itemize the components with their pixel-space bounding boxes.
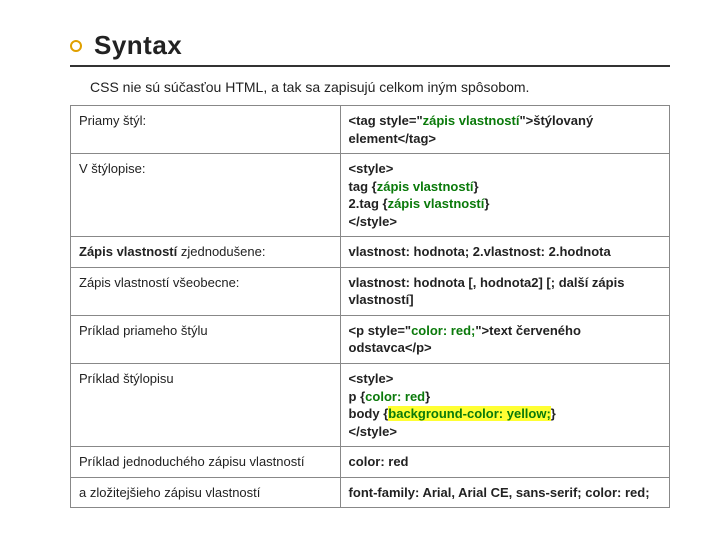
row-code: <style>p {color: red}body {background-co…: [340, 364, 669, 447]
table-row: Priamy štýl:<tag style="zápis vlastností…: [71, 106, 670, 154]
row-code: <tag style="zápis vlastností">štýlovaný …: [340, 106, 669, 154]
table-row: a zložitejšieho zápisu vlastnostífont-fa…: [71, 477, 670, 508]
table-row: Príklad jednoduchého zápisu vlastnostíco…: [71, 447, 670, 478]
table-row: Príklad priameho štýlu<p style="color: r…: [71, 315, 670, 363]
table-row: Zápis vlastností zjednodušene:vlastnost:…: [71, 237, 670, 268]
row-label: V štýlopise:: [71, 154, 341, 237]
row-code: color: red: [340, 447, 669, 478]
table-row: Príklad štýlopisu<style>p {color: red}bo…: [71, 364, 670, 447]
row-code: font-family: Arial, Arial CE, sans-serif…: [340, 477, 669, 508]
row-code: <style>tag {zápis vlastností}2.tag {zápi…: [340, 154, 669, 237]
row-label: a zložitejšieho zápisu vlastností: [71, 477, 341, 508]
row-label: Príklad jednoduchého zápisu vlastností: [71, 447, 341, 478]
row-label: Príklad priameho štýlu: [71, 315, 341, 363]
row-code: <p style="color: red;">text červeného od…: [340, 315, 669, 363]
slide: Syntax CSS nie sú súčasťou HTML, a tak s…: [0, 0, 720, 518]
table-row: Zápis vlastností všeobecne:vlastnost: ho…: [71, 267, 670, 315]
row-code: vlastnost: hodnota [, hodnota2] [; další…: [340, 267, 669, 315]
table-row: V štýlopise:<style>tag {zápis vlastností…: [71, 154, 670, 237]
row-label: Príklad štýlopisu: [71, 364, 341, 447]
row-code: vlastnost: hodnota; 2.vlastnost: 2.hodno…: [340, 237, 669, 268]
row-label: Zápis vlastností všeobecne:: [71, 267, 341, 315]
bullet-icon: [70, 40, 82, 52]
syntax-tbody: Priamy štýl:<tag style="zápis vlastností…: [71, 106, 670, 508]
row-label: Zápis vlastností zjednodušene:: [71, 237, 341, 268]
intro-text: CSS nie sú súčasťou HTML, a tak sa zapis…: [90, 79, 670, 95]
page-title: Syntax: [94, 30, 182, 61]
syntax-table: Priamy štýl:<tag style="zápis vlastností…: [70, 105, 670, 508]
row-label: Priamy štýl:: [71, 106, 341, 154]
title-row: Syntax: [70, 30, 670, 67]
